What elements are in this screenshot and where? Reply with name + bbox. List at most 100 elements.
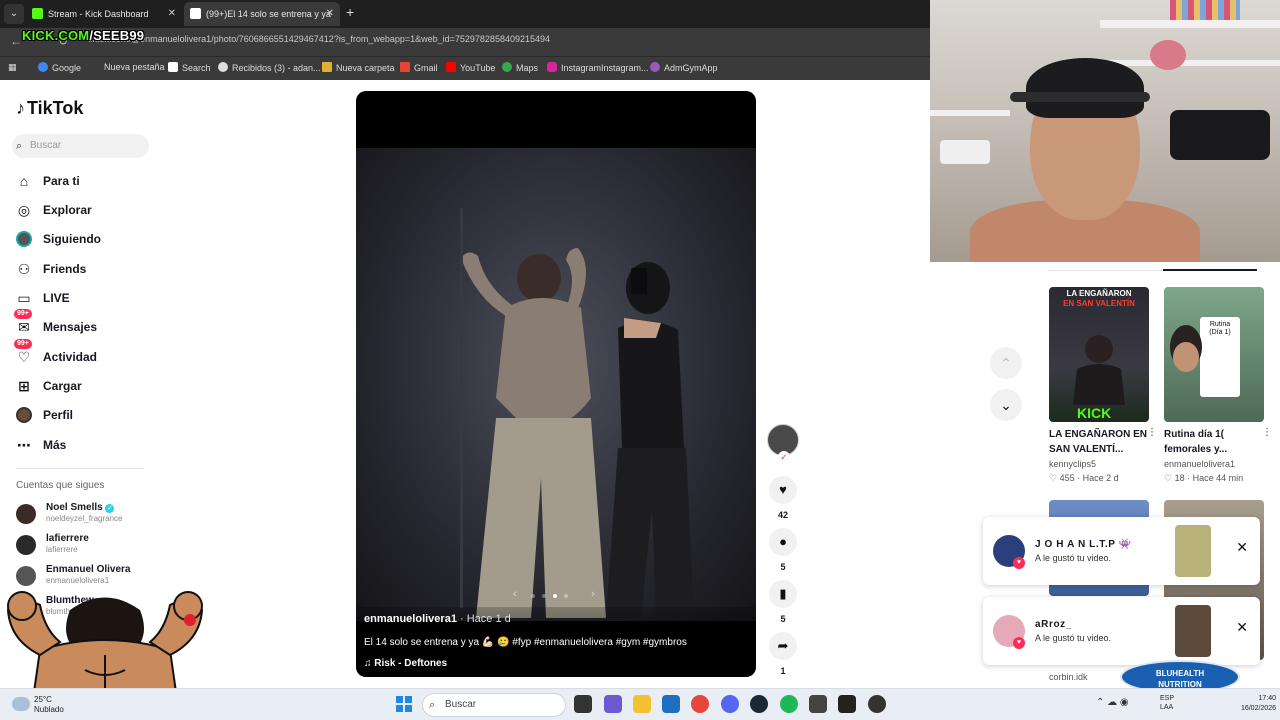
steam-icon[interactable] bbox=[750, 695, 768, 713]
nav-cargar[interactable]: ⊞ Cargar bbox=[16, 374, 146, 398]
video-thumbnail: Rutina (Día 1) bbox=[1164, 287, 1264, 422]
share-button[interactable]: ➦ bbox=[769, 632, 797, 660]
close-icon[interactable]: ✕ bbox=[1236, 619, 1248, 636]
task-view-icon[interactable] bbox=[574, 695, 592, 713]
previous-video-button[interactable]: ⌃ bbox=[990, 347, 1022, 379]
tab-close-icon[interactable]: ✕ bbox=[326, 2, 334, 26]
back-icon[interactable]: ← bbox=[10, 34, 22, 48]
slide-dot[interactable] bbox=[564, 594, 568, 598]
search-bookmark-icon bbox=[168, 62, 178, 72]
recording-icon[interactable] bbox=[868, 695, 886, 713]
search-input[interactable]: ⌕ Buscar bbox=[12, 134, 149, 158]
nav-mas[interactable]: ⋯ Más bbox=[16, 433, 146, 457]
video-author[interactable]: kennyclips5 bbox=[1049, 459, 1096, 469]
maps-pin-icon bbox=[502, 62, 512, 72]
messages-icon: ✉ bbox=[18, 319, 30, 335]
nav-actividad[interactable]: ♡ 99+ Actividad bbox=[14, 339, 146, 369]
friends-icon: ⚇ bbox=[17, 261, 31, 277]
language-indicator[interactable]: ESP LAA bbox=[1160, 694, 1174, 712]
verified-icon: ✓ bbox=[105, 504, 115, 513]
bookmark-icon: ▮ bbox=[779, 586, 787, 601]
taskbar-search-input[interactable]: ⌕ Buscar bbox=[422, 693, 566, 717]
windows-taskbar: 25°C Nublado ⌕ Buscar ⌃ ☁ ◉ ESP LAA 17:40 16… bbox=[0, 688, 1280, 720]
bookmark-admgymapp[interactable]: AdmGymApp bbox=[650, 62, 718, 73]
weather-widget[interactable]: 25°C Nublado bbox=[34, 695, 64, 715]
heart-outline-icon: ♡ bbox=[1164, 473, 1173, 483]
close-icon[interactable]: ✕ bbox=[1236, 539, 1248, 556]
store-icon[interactable] bbox=[662, 695, 680, 713]
heart-outline-icon: ♡ bbox=[1049, 473, 1058, 483]
tiktok-note-icon: ♪ bbox=[16, 98, 25, 118]
next-video-button[interactable]: ⌄ bbox=[990, 389, 1022, 421]
bookmark-maps[interactable]: Maps bbox=[502, 62, 538, 73]
tab-close-icon[interactable]: ✕ bbox=[168, 2, 176, 26]
obs-icon[interactable] bbox=[838, 695, 856, 713]
bookmark-youtube[interactable]: YouTube bbox=[446, 62, 495, 73]
compass-icon: ◎ bbox=[17, 202, 31, 218]
video-player[interactable]: ‹ › enmanuelolivera1 · Hace 1 d El 14 so… bbox=[356, 91, 756, 677]
bookmark-nueva-carpeta[interactable]: Nueva carpeta bbox=[322, 62, 395, 73]
tab-tiktok-photo[interactable]: (99+)El 14 solo se entrena y ya ✕ bbox=[184, 2, 340, 26]
following-title: Cuentas que sigues bbox=[16, 480, 105, 491]
live-icon: ▭ bbox=[17, 290, 31, 306]
creator-avatar[interactable]: ✓ bbox=[767, 424, 799, 463]
new-tab-button[interactable]: + bbox=[346, 4, 354, 20]
tiktok-logo[interactable]: ♪ TikTok bbox=[16, 98, 83, 119]
like-notification[interactable]: ♥ aRroz_ A le gustó tu video. ✕ bbox=[983, 597, 1260, 665]
like-notification[interactable]: ♥ J O H A N L.T.P 👾 A le gustó tu video.… bbox=[983, 517, 1260, 585]
video-author[interactable]: enmanuelolivera1 · Hace 1 d bbox=[364, 613, 511, 625]
url-field[interactable]: tiktok.com/@enmanuelolivera1/photo/76068… bbox=[88, 34, 550, 44]
nav-live[interactable]: ▭ LIVE bbox=[16, 286, 146, 310]
like-button[interactable]: ♥ bbox=[769, 476, 797, 504]
tab-label: (99+)El 14 solo se entrena y ya bbox=[206, 9, 331, 19]
chrome-icon[interactable] bbox=[691, 695, 709, 713]
tab-kick-dashboard[interactable]: Stream - Kick Dashboard ✕ bbox=[26, 2, 182, 26]
next-slide-icon[interactable]: › bbox=[591, 588, 595, 600]
video-author[interactable]: enmanuelolivera1 bbox=[1164, 459, 1235, 469]
search-icon: ⌕ bbox=[429, 699, 436, 711]
nav-siguiendo[interactable]: Siguiendo bbox=[16, 227, 146, 251]
follow-check-icon[interactable]: ✓ bbox=[778, 451, 790, 463]
comment-count: 5 bbox=[780, 562, 786, 572]
more-options-icon[interactable]: ⋮ bbox=[1147, 427, 1157, 438]
slide-dot[interactable] bbox=[542, 594, 546, 598]
music-note-icon: ♫ bbox=[364, 658, 372, 669]
nav-explorar[interactable]: ◎ Explorar bbox=[16, 198, 146, 222]
more-options-icon[interactable]: ⋮ bbox=[1262, 427, 1272, 438]
video-author[interactable]: corbin.idk bbox=[1049, 672, 1088, 682]
nav-para-ti[interactable]: ⌂ Para ti bbox=[16, 169, 146, 193]
bookmark-google[interactable]: Google bbox=[38, 62, 81, 73]
windows-start-icon[interactable] bbox=[396, 696, 412, 712]
nav-friends[interactable]: ⚇ Friends bbox=[16, 257, 146, 281]
tab-label: Stream - Kick Dashboard bbox=[48, 9, 149, 19]
slide-dot[interactable] bbox=[531, 594, 535, 598]
bookmark-gmail[interactable]: Gmail bbox=[400, 62, 438, 73]
tab-search-menu-button[interactable]: ⌄ bbox=[4, 4, 24, 24]
discord-icon[interactable] bbox=[721, 695, 739, 713]
widgets-icon[interactable] bbox=[604, 695, 622, 713]
app-icon[interactable] bbox=[809, 695, 827, 713]
bookmark-nueva-pestana[interactable]: Nueva pestaña bbox=[104, 62, 165, 72]
prev-slide-icon[interactable]: ‹ bbox=[513, 588, 517, 600]
apps-grid-icon[interactable]: ▦ bbox=[8, 62, 17, 73]
nav-perfil[interactable]: Perfil bbox=[16, 403, 146, 427]
bookmark-search[interactable]: Search bbox=[168, 62, 211, 73]
save-button[interactable]: ▮ bbox=[769, 580, 797, 608]
video-title: Rutina día 1( femorales y... bbox=[1164, 429, 1228, 455]
google-icon bbox=[218, 62, 228, 72]
comment-button[interactable]: ● bbox=[769, 528, 797, 556]
nav-mensajes[interactable]: ✉ 99+ Mensajes bbox=[14, 309, 146, 339]
video-music[interactable]: ♫ Risk - Deftones bbox=[364, 658, 447, 669]
chevron-up-icon: ⌃ bbox=[1000, 355, 1012, 371]
bookmark-recibidos[interactable]: Recibidos (3) - adan... bbox=[218, 62, 321, 73]
photo-carousel-indicator[interactable]: ‹ › bbox=[511, 588, 601, 602]
file-explorer-icon[interactable] bbox=[633, 695, 651, 713]
followed-account[interactable]: lafierrere lafierrere bbox=[16, 533, 156, 559]
followed-account[interactable]: Noel Smells ✓ noeldeyzel_fragrance bbox=[16, 502, 156, 528]
tab-indicator bbox=[1163, 269, 1257, 271]
bookmark-instagram[interactable]: InstagramInstagram... bbox=[547, 62, 649, 73]
slide-dot[interactable] bbox=[553, 594, 557, 598]
system-clock[interactable]: 17:40 16/02/2026 bbox=[1226, 694, 1276, 714]
system-tray-icons[interactable]: ⌃ ☁ ◉ bbox=[1096, 697, 1129, 708]
spotify-icon[interactable] bbox=[780, 695, 798, 713]
